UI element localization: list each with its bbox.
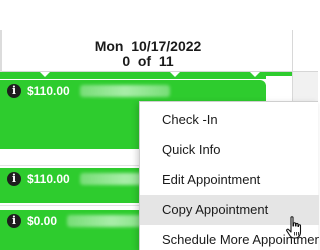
appointment-price: $110.00	[27, 172, 70, 186]
info-icon[interactable]: i	[7, 84, 21, 98]
menu-item-check-in[interactable]: Check -In	[140, 105, 319, 135]
info-icon[interactable]: i	[7, 214, 21, 228]
strip-notch	[250, 72, 260, 77]
appointment-header: i $110.00	[0, 80, 170, 102]
header-date: Mon 10/17/2022	[94, 38, 202, 54]
column-divider	[0, 30, 2, 72]
redacted-client-name	[79, 85, 170, 97]
menu-item-quick-info[interactable]: Quick Info	[140, 135, 319, 165]
appointment-header: i $0.00	[0, 210, 158, 232]
strip-notch	[40, 72, 50, 77]
appointment-price: $0.00	[27, 214, 58, 228]
appointment-strip[interactable]	[0, 72, 266, 79]
info-icon[interactable]: i	[7, 172, 21, 186]
day-column-header: Mon 10/17/2022 0 of 11	[0, 0, 318, 72]
appointment-count: 0 of 11	[122, 53, 174, 69]
hand-pointer-icon	[286, 216, 302, 239]
appointment-strip[interactable]	[266, 72, 292, 76]
column-divider	[292, 30, 293, 72]
menu-item-edit-appointment[interactable]: Edit Appointment	[140, 165, 319, 195]
strip-notch	[170, 72, 180, 77]
appointment-price: $110.00	[27, 84, 70, 98]
